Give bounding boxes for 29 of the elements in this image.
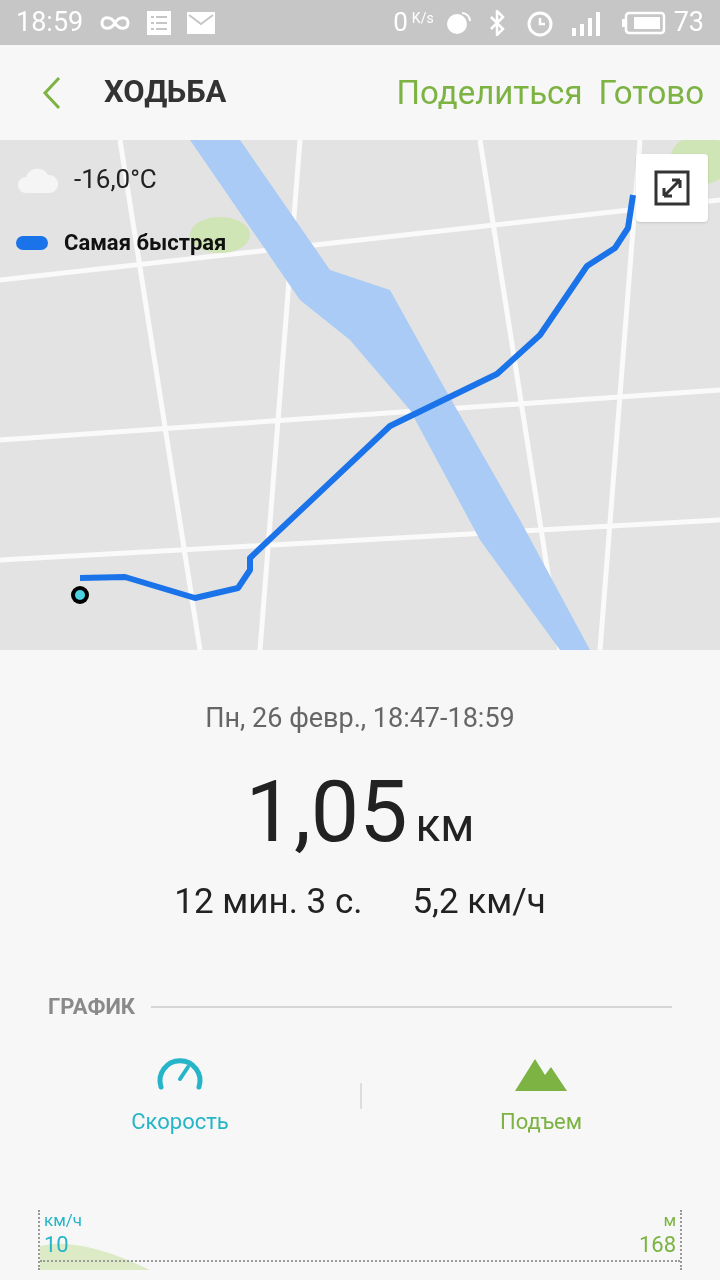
- graph-tab[interactable]: Подъем: [362, 1053, 720, 1138]
- graph-tab[interactable]: Скорость: [0, 1053, 360, 1138]
- network-speed-unit: K/s: [411, 9, 434, 28]
- distance-unit: км: [415, 796, 475, 854]
- header-action[interactable]: Готово: [598, 67, 704, 118]
- list-icon: [147, 10, 172, 35]
- temperature: -16,0°C: [74, 163, 157, 196]
- speed-axis-unit: км/ч: [44, 1210, 83, 1232]
- speed-axis-value: 10: [44, 1231, 70, 1259]
- battery-level: 73: [673, 5, 704, 41]
- status-time: 18:59: [16, 5, 84, 41]
- section-heading: ГРАФИК: [48, 993, 135, 1021]
- battery-icon: [621, 10, 666, 35]
- network-speed: 0: [393, 6, 408, 39]
- screen-title: ХОДЬБА: [104, 72, 227, 113]
- workout-date: Пн, 26 февр., 18:47-18:59: [205, 701, 515, 736]
- workout-duration: 12 мин. 3 с.: [174, 879, 363, 924]
- satellite-icon: [445, 10, 472, 35]
- distance-value: 1,05: [245, 768, 408, 855]
- elevation-axis-value: 168: [638, 1231, 676, 1259]
- elevation-axis-unit: м: [663, 1210, 676, 1232]
- infinity-icon: [99, 13, 132, 32]
- header-action[interactable]: Поделиться: [396, 67, 583, 118]
- average-speed: 5,2 км/ч: [412, 879, 546, 924]
- expand-map-button[interactable]: [636, 154, 708, 222]
- back-icon: [42, 75, 62, 110]
- expand-icon: [654, 170, 690, 206]
- route-legend-label: Самая быстрая: [64, 229, 227, 257]
- mail-icon: [187, 11, 216, 34]
